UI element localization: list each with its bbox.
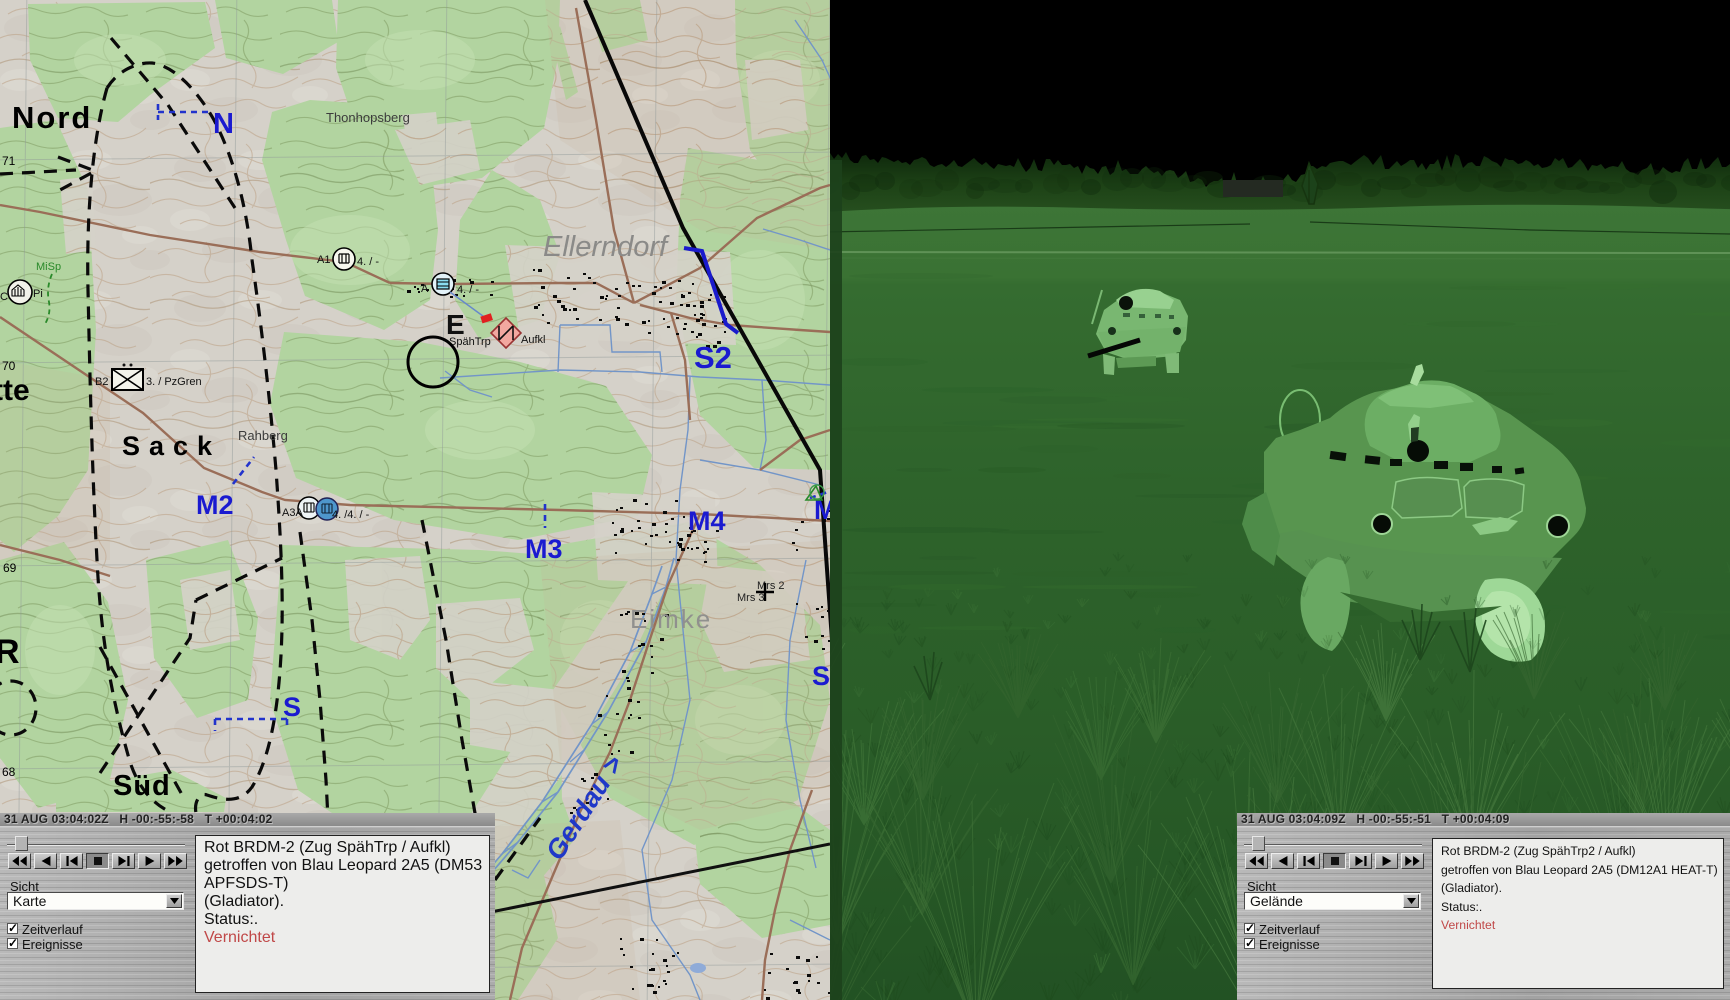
svg-text:Eimke: Eimke (630, 604, 712, 634)
svg-text:71: 71 (2, 154, 16, 168)
svg-text:A: A (421, 283, 429, 295)
svg-text:MiSp: MiSp (36, 261, 61, 273)
svg-text:Mrs 2: Mrs 2 (757, 580, 785, 592)
svg-text:S: S (283, 692, 301, 722)
svg-text:B2: B2 (95, 376, 108, 388)
svg-text:4. / -: 4. / - (357, 256, 379, 268)
svg-text:M3: M3 (525, 534, 563, 564)
svg-text:E: E (446, 309, 465, 340)
svg-text:Thonhopsberg: Thonhopsberg (326, 110, 410, 125)
svg-text:M2: M2 (196, 490, 234, 520)
svg-text:69: 69 (3, 561, 17, 575)
svg-text:4. / -: 4. / - (457, 284, 479, 296)
svg-text:tte: tte (0, 374, 30, 407)
svg-text:M4: M4 (688, 506, 726, 536)
svg-text:N: N (213, 108, 234, 140)
svg-text:Pi: Pi (33, 288, 43, 300)
svg-text:68: 68 (2, 765, 16, 779)
svg-text:70: 70 (2, 359, 16, 373)
svg-text:A1: A1 (317, 254, 330, 266)
svg-text:3. / PzGren: 3. / PzGren (146, 376, 202, 388)
svg-text:R: R (0, 633, 20, 671)
svg-text:Aufkl: Aufkl (521, 334, 545, 346)
svg-text:Mrs 3: Mrs 3 (737, 592, 765, 604)
svg-text:Süd: Süd (113, 770, 171, 802)
svg-text:A3A: A3A (282, 507, 303, 519)
svg-text:Nord: Nord (12, 100, 92, 135)
svg-text:S: S (812, 661, 830, 691)
svg-text:S2: S2 (694, 340, 732, 375)
svg-text:Sack: Sack (122, 431, 221, 461)
svg-text:Ellerndorf: Ellerndorf (543, 231, 670, 263)
svg-text:4. /4. / -: 4. /4. / - (332, 509, 370, 521)
svg-text:Rahberg: Rahberg (238, 428, 288, 443)
svg-text:C: C (0, 291, 8, 303)
